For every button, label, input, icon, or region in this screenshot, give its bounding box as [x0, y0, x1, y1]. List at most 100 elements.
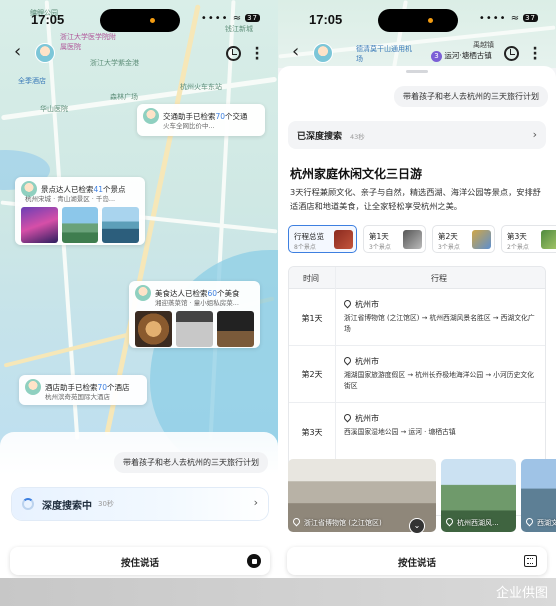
assistant-avatar[interactable] [35, 43, 55, 63]
row-city: 杭州市 [342, 412, 379, 424]
location-pin-icon [342, 355, 353, 366]
food-photo [217, 311, 254, 347]
agent-card-attractions[interactable]: 景点达人已检索41个景点 杭州宋城 · 青山湖景区 · 千岛... [15, 177, 145, 245]
map-label: 华山医院 [40, 105, 68, 113]
chevron-right-icon: › [253, 496, 258, 509]
dynamic-island [100, 9, 180, 32]
nav-bar: ‹ · · · [0, 40, 278, 66]
table-row[interactable]: 第1天 杭州市 浙江省博物馆 (之江馆区) → 杭州西湖风景名胜区 → 西湖文化… [289, 289, 545, 346]
thumbnail-row [21, 207, 140, 243]
push-to-talk-label: 按住说话 [120, 558, 159, 569]
agent-card-hotel[interactable]: 酒店助手已检索70个酒店 杭州滨奇苑国际大酒店 [19, 375, 147, 405]
map-label: 全季酒店 [18, 77, 46, 85]
drag-handle[interactable] [406, 70, 428, 73]
day-tabs: 行程总览 8个景点 第1天 3个景点 第2天 3个景点 第3天 2个景点 [288, 225, 556, 253]
deep-search-done-seconds: 43秒 [350, 133, 365, 141]
agent-avatar [143, 108, 159, 124]
plan-title: 杭州家庭休闲文化三日游 [290, 167, 423, 181]
row-city: 杭州市 [342, 355, 379, 367]
agent-card-transport[interactable]: 交通助手已检索70个交通 火车全网比价中... [137, 104, 265, 136]
gallery-caption: 杭州西湖风... [444, 516, 499, 528]
tab-day-1[interactable]: 第1天 3个景点 [363, 225, 426, 253]
nav-bar: ‹ 3 运河·塘栖古镇 · · · [278, 40, 556, 66]
column-header: 行程 [431, 274, 447, 283]
attraction-photo [102, 207, 140, 243]
map-label: 森林广场 [110, 93, 138, 101]
agent-subtitle: 杭州滨奇苑国际大酒店 [45, 393, 110, 401]
signal-wifi-icon: •••• ≈ [200, 13, 243, 24]
location-pin-icon [342, 298, 353, 309]
agent-avatar [25, 379, 41, 395]
row-day: 第3天 [301, 428, 323, 437]
battery-icon: 37 [523, 14, 538, 22]
scroll-down-icon[interactable]: ⌄ [409, 518, 425, 534]
signal-wifi-icon: •••• ≈ [478, 13, 521, 24]
table-row[interactable]: 第2天 杭州市 湘湖国家旅游度假区 → 杭州长乔极地海洋公园 → 小河历史文化街… [289, 346, 545, 403]
stop-icon[interactable] [247, 554, 261, 568]
status-time: 17:05 [309, 12, 343, 27]
food-photo [135, 311, 172, 347]
thumbnail-row [135, 311, 254, 347]
assistant-avatar[interactable] [313, 43, 333, 63]
location-badge-text: 运河·塘栖古镇 [444, 51, 492, 60]
row-route: 湘湖国家旅游度假区 → 杭州长乔极地海洋公园 → 小河历史文化街区 [344, 371, 534, 390]
history-clock-icon[interactable] [226, 46, 241, 61]
status-icons: •••• ≈37 [201, 13, 260, 24]
plan-description: 3天行程兼顾文化、亲子与自然，精选西湖、海洋公园等景点，安排舒适酒店和地道美食，… [290, 187, 541, 211]
row-route: 西溪国家湿地公园 → 运河 · 塘栖古镇 [344, 428, 456, 436]
attraction-photo [61, 207, 99, 243]
agent-subtitle: 杭州宋城 · 青山湖景区 · 千岛... [25, 195, 116, 203]
tab-overview[interactable]: 行程总览 8个景点 [288, 225, 357, 253]
screenshot-root: 鳙鲤公园 浙江大学医学院附属医院 全季酒店 浙江大学紫金港 华山医院 森林广场 … [0, 0, 556, 606]
gallery-caption: 浙江省博物馆 (之江馆区) [291, 516, 382, 528]
loading-spinner-icon [22, 498, 34, 510]
status-icons: •••• ≈37 [479, 13, 538, 24]
tab-day-3[interactable]: 第3天 2个景点 [501, 225, 556, 253]
footer-bar: 企业供图 [0, 578, 556, 606]
user-query-bubble: 带着孩子和老人去杭州的三天旅行计划 [394, 86, 548, 107]
push-to-talk-button[interactable]: 按住说话 [287, 547, 547, 575]
row-route: 浙江省博物馆 (之江馆区) → 杭州西湖风景名胜区 → 西湖文化广场 [344, 314, 535, 333]
back-arrow-icon[interactable]: ‹ [292, 41, 299, 62]
food-photo [176, 311, 213, 347]
gallery-caption: 西湖文 [524, 516, 556, 528]
more-options-icon[interactable]: · · · [532, 42, 538, 66]
table-header: 时间 行程 [289, 267, 545, 289]
left-phone-screen: 鳙鲤公园 浙江大学医学院附属医院 全季酒店 浙江大学紫金港 华山医院 森林广场 … [0, 0, 278, 578]
deep-search-done-label: 已深度搜索 [297, 132, 343, 142]
user-query-bubble: 带着孩子和老人去杭州的三天旅行计划 [114, 452, 268, 473]
deep-search-progress[interactable]: 深度搜索中 30秒 › [12, 488, 268, 520]
deep-search-completed[interactable]: 已深度搜索 43秒 › [288, 121, 546, 149]
more-options-icon[interactable]: · · · [254, 42, 260, 66]
column-header: 时间 [303, 274, 319, 283]
right-phone-screen: 德清莫干山通用机场 禹越镇 17:05 •••• ≈37 ‹ 3 运河·塘栖古镇… [278, 0, 556, 578]
watermark: 企业供图 [495, 586, 548, 601]
keyboard-icon[interactable] [524, 555, 537, 567]
status-time: 17:05 [31, 12, 65, 27]
battery-icon: 37 [245, 14, 260, 22]
location-badge[interactable]: 3 运河·塘栖古镇 [431, 50, 492, 62]
status-bar: 17:05 •••• ≈37 [0, 0, 278, 40]
gallery-image[interactable]: 西湖文 [521, 459, 556, 532]
deep-search-seconds: 30秒 [98, 500, 114, 508]
agent-subtitle: 湘迎蒸菜馆 · 童小姐私房菜... [155, 299, 239, 307]
history-clock-icon[interactable] [504, 46, 519, 61]
attraction-photo [21, 207, 58, 243]
table-row[interactable]: 第3天 杭州市 西溪国家湿地公园 → 运河 · 塘栖古镇 [289, 403, 545, 460]
row-day: 第2天 [301, 370, 323, 379]
back-arrow-icon[interactable]: ‹ [14, 41, 21, 62]
deep-search-label: 深度搜索中 [42, 501, 92, 512]
location-pin-icon [342, 412, 353, 423]
chevron-right-icon: › [532, 128, 537, 141]
agent-subtitle: 火车全网比价中... [163, 122, 215, 130]
dynamic-island [378, 9, 458, 32]
agent-avatar [135, 285, 151, 301]
row-city: 杭州市 [342, 298, 379, 310]
tab-day-2[interactable]: 第2天 3个景点 [432, 225, 495, 253]
location-badge-number: 3 [431, 51, 442, 62]
row-day: 第1天 [301, 314, 323, 323]
map-label: 杭州火车东站 [180, 83, 222, 91]
push-to-talk-button[interactable]: 按住说话 [10, 547, 270, 575]
gallery-image[interactable]: 杭州西湖风... [441, 459, 516, 532]
agent-card-food[interactable]: 美食达人已检索60个美食 湘迎蒸菜馆 · 童小姐私房菜... [129, 281, 260, 348]
